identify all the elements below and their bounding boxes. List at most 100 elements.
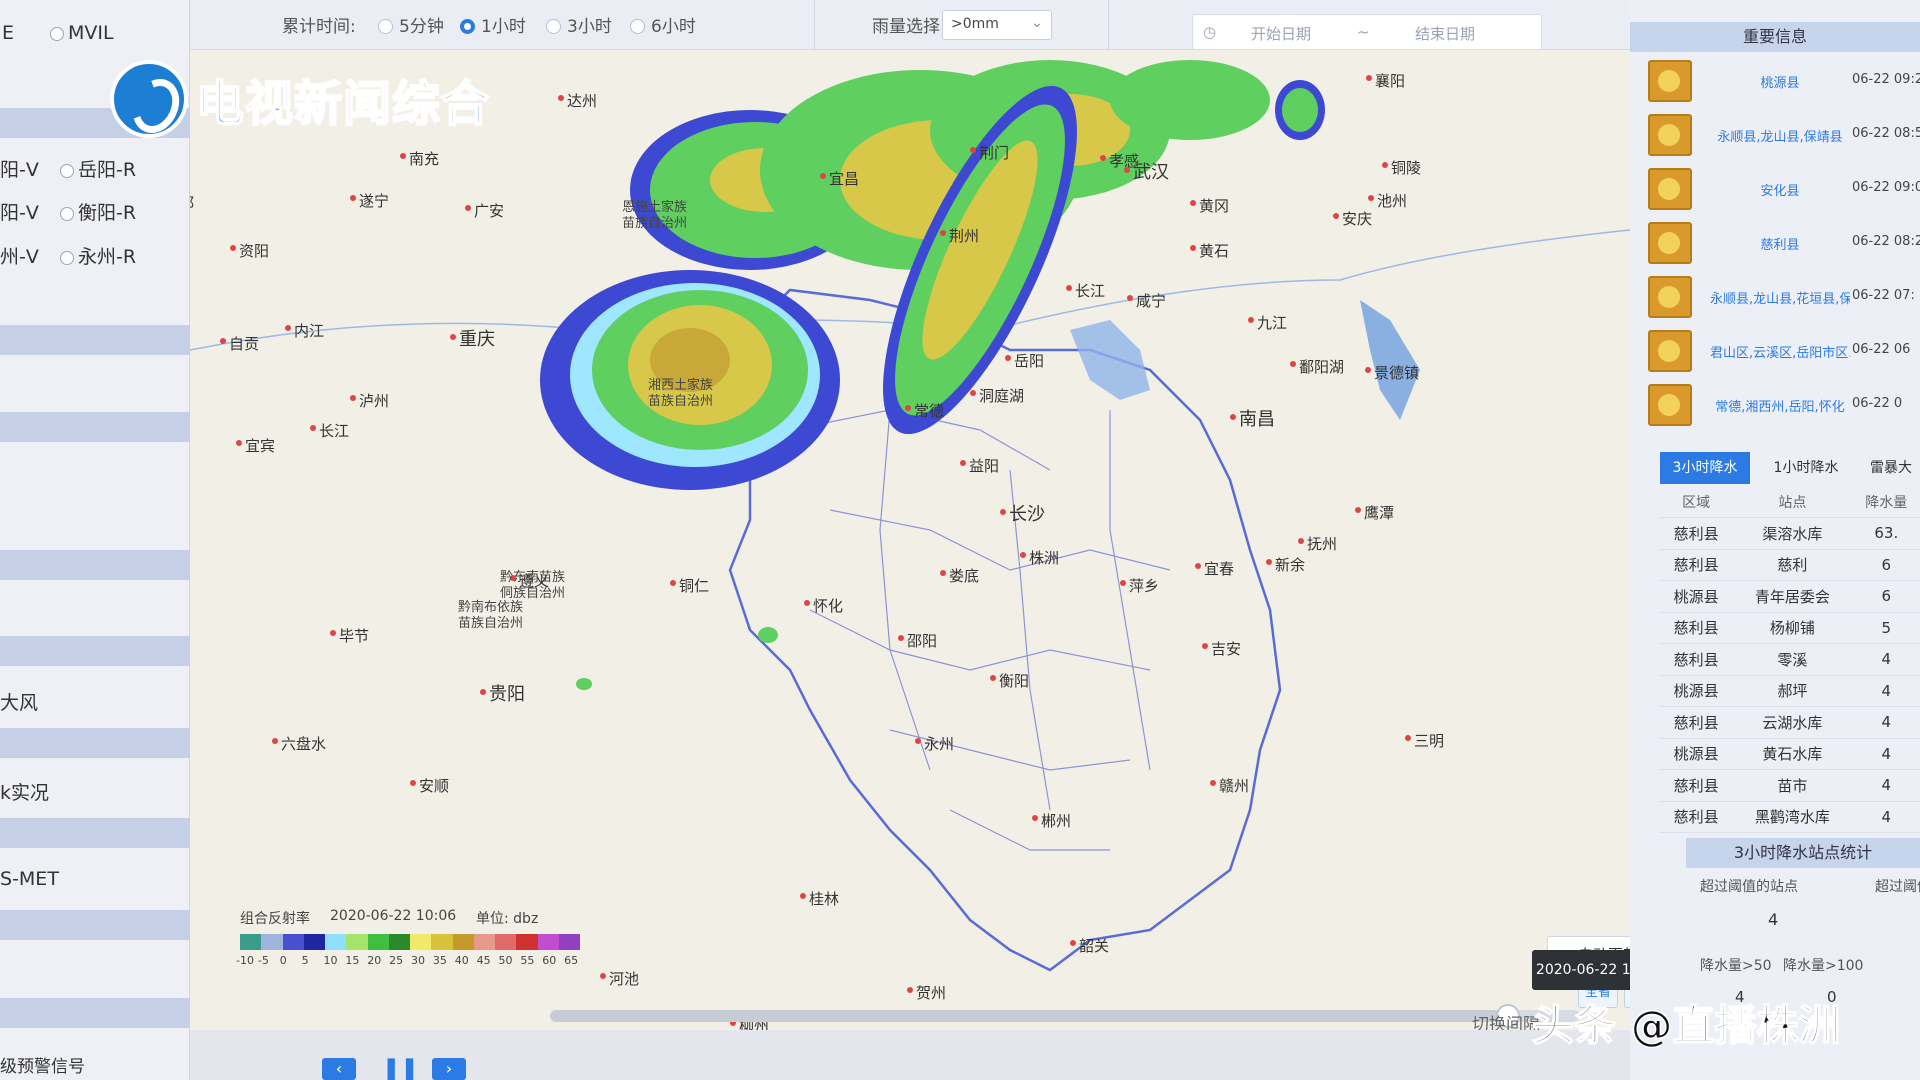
legend-tick: 35 bbox=[432, 954, 447, 967]
tab-thunder[interactable]: 雷暴大 bbox=[1862, 452, 1920, 484]
legend-swatch bbox=[240, 934, 262, 950]
city-label: 新余 bbox=[1266, 554, 1305, 575]
sidebar-item-obs[interactable]: k实况 bbox=[0, 778, 190, 805]
sidebar-item-wind[interactable]: 大风 bbox=[0, 688, 190, 715]
tab-1h-rain[interactable]: 1小时降水 bbox=[1756, 452, 1856, 484]
legend-swatch bbox=[261, 934, 283, 950]
sidebar-item-warning[interactable]: 级预警信号 bbox=[0, 1052, 190, 1077]
info-row[interactable]: 慈利县 06-22 08:2 bbox=[1630, 218, 1920, 270]
table-row[interactable]: 慈利县 渠溶水库 63. bbox=[1660, 517, 1920, 550]
rain-select[interactable]: >0mm ⌄ bbox=[942, 10, 1052, 40]
accum-option-5min[interactable]: 5分钟 bbox=[378, 12, 444, 37]
info-area[interactable]: 常德,湘西州,岳阳,怀化 bbox=[1710, 396, 1850, 415]
table-cell: 4 bbox=[1852, 738, 1920, 770]
legend-tick: 55 bbox=[520, 954, 535, 967]
radio-icon[interactable] bbox=[60, 163, 74, 178]
info-area[interactable]: 永顺县,龙山县,花垣县,保... bbox=[1710, 288, 1850, 307]
radio-icon[interactable] bbox=[630, 19, 645, 34]
radar-map[interactable]: 达州 南充 遂宁 广安 资阳 内江 自贡 重庆 泸州 长江 宜宾 遵义 毕节 贵阳 六盘水 安顺 河池 柳州 桂林贺… bbox=[190, 50, 1630, 1030]
table-row[interactable]: 慈利县 零溪 4 bbox=[1660, 643, 1920, 676]
info-area[interactable]: 安化县 bbox=[1710, 180, 1850, 199]
table-row[interactable]: 桃源县 郝坪 4 bbox=[1660, 675, 1920, 707]
table-cell: 慈利县 bbox=[1660, 612, 1733, 644]
accum-option-3h[interactable]: 3小时 bbox=[546, 12, 612, 37]
legend-tick: 15 bbox=[345, 954, 360, 967]
watermark: 头条 @直播株洲 bbox=[1531, 1000, 1841, 1051]
city-label: 赣州 bbox=[1210, 775, 1249, 796]
radio-icon[interactable] bbox=[60, 250, 74, 265]
tab-3h-rain[interactable]: 3小时降水 bbox=[1660, 452, 1750, 484]
table-row[interactable]: 慈利县 苗市 4 bbox=[1660, 769, 1920, 802]
sidebar-item-smet[interactable]: S-MET bbox=[0, 868, 190, 890]
info-row[interactable]: 安化县 06-22 09:0 bbox=[1630, 164, 1920, 216]
date-range-input[interactable]: ◷ 开始日期 ~ 结束日期 bbox=[1192, 14, 1542, 50]
info-time: 06-22 09:0 bbox=[1852, 180, 1920, 195]
legend-swatch bbox=[325, 934, 347, 950]
city-label: 怀化 bbox=[804, 595, 843, 616]
sidebar-band bbox=[0, 910, 190, 940]
radio-icon[interactable] bbox=[60, 206, 74, 221]
city-label: 武汉 bbox=[1124, 158, 1169, 184]
legend-tick: -10 bbox=[236, 954, 254, 967]
info-area[interactable]: 慈利县 bbox=[1710, 234, 1850, 253]
table-cell: 郝坪 bbox=[1732, 675, 1853, 707]
legend-swatch bbox=[431, 934, 453, 950]
radar-layer bbox=[190, 60, 1630, 972]
info-row[interactable]: 永顺县,龙山县,花垣县,保... 06-22 07: bbox=[1630, 272, 1920, 324]
table-cell: 慈利县 bbox=[1660, 643, 1733, 676]
city-label: 安顺 bbox=[410, 775, 449, 796]
stats-title: 3小时降水站点统计 bbox=[1686, 838, 1920, 868]
timeline-slider[interactable] bbox=[550, 1004, 1580, 1028]
radio-icon[interactable] bbox=[460, 19, 475, 34]
table-row[interactable]: 桃源县 黄石水库 4 bbox=[1660, 738, 1920, 770]
city-label: 荆门 bbox=[970, 142, 1009, 163]
legend-tick: 60 bbox=[542, 954, 557, 967]
info-row[interactable]: 永顺县,龙山县,保靖县06-22 08:58 bbox=[1630, 110, 1920, 162]
start-date-input[interactable]: 开始日期 bbox=[1251, 23, 1311, 44]
stats-value: 4 bbox=[1768, 910, 1779, 929]
rain-table: 区域 站点 降水量 慈利县 渠溶水库 63. 慈利县 慈利 6 桃源县 青年居委会 6 慈利县 杨柳… bbox=[1660, 486, 1920, 833]
county-boundaries bbox=[789, 409, 1171, 851]
table-cell: 63. bbox=[1852, 517, 1920, 550]
info-area[interactable]: 桃源县 bbox=[1710, 72, 1850, 91]
info-row[interactable]: 君山区,云溪区,岳阳市区... 06-22 06 bbox=[1630, 326, 1920, 378]
prev-button[interactable]: ‹ bbox=[322, 1058, 356, 1080]
end-date-input[interactable]: 结束日期 bbox=[1415, 23, 1475, 44]
accum-option-1h[interactable]: 1小时 bbox=[460, 12, 526, 37]
radio-icon[interactable] bbox=[546, 19, 561, 34]
info-row[interactable]: 桃源县06-22 09:26 bbox=[1630, 56, 1920, 108]
city-label: 洞庭湖 bbox=[970, 385, 1024, 406]
radio-icon[interactable] bbox=[50, 26, 64, 41]
table-row[interactable]: 桃源县 青年居委会 6 bbox=[1660, 580, 1920, 613]
legend-swatch bbox=[388, 934, 410, 950]
info-time: 06-22 0 bbox=[1852, 396, 1903, 411]
sidebar-band bbox=[0, 728, 190, 758]
table-row[interactable]: 慈利县 黑鹳湾水库 4 bbox=[1660, 801, 1920, 833]
city-label: 萍乡 bbox=[1120, 575, 1159, 596]
sidebar-band bbox=[0, 412, 190, 442]
next-button[interactable]: › bbox=[432, 1058, 466, 1080]
city-label: 铜仁 bbox=[670, 575, 709, 596]
legend-swatch bbox=[473, 934, 495, 950]
radio-icon[interactable] bbox=[378, 19, 393, 34]
table-cell: 慈利县 bbox=[1660, 706, 1733, 739]
table-row[interactable]: 慈利县 慈利 6 bbox=[1660, 549, 1920, 581]
city-label: 鄱阳湖 bbox=[1290, 356, 1344, 377]
pause-icon[interactable]: ❚❚ bbox=[382, 1056, 419, 1080]
info-area[interactable]: 永顺县,龙山县,保靖县 bbox=[1710, 126, 1850, 145]
table-cell: 慈利县 bbox=[1660, 769, 1733, 802]
dongting-lake bbox=[1070, 320, 1150, 400]
col-area: 区域 bbox=[1660, 486, 1733, 518]
info-row[interactable]: 常德,湘西州,岳阳,怀化 06-22 0 bbox=[1630, 380, 1920, 432]
info-area[interactable]: 君山区,云溪区,岳阳市区... bbox=[1710, 342, 1850, 361]
reflectivity-legend: 组合反射率 2020-06-22 10:06 单位: dbz -10 -5 0 5 10… bbox=[236, 908, 590, 988]
table-cell: 青年居委会 bbox=[1732, 580, 1853, 613]
city-label: 鹰潭 bbox=[1355, 502, 1394, 523]
city-label: 河池 bbox=[600, 968, 639, 989]
region-label: 黔南布依族 苗族自治州 bbox=[458, 600, 524, 631]
table-row[interactable]: 慈利县 杨柳铺 5 bbox=[1660, 612, 1920, 644]
city-label: 泸州 bbox=[350, 390, 389, 411]
stats-label-b: 超过阈值 bbox=[1875, 879, 1920, 895]
table-row[interactable]: 慈利县 云湖水库 4 bbox=[1660, 706, 1920, 739]
accum-option-6h[interactable]: 6小时 bbox=[630, 12, 696, 37]
